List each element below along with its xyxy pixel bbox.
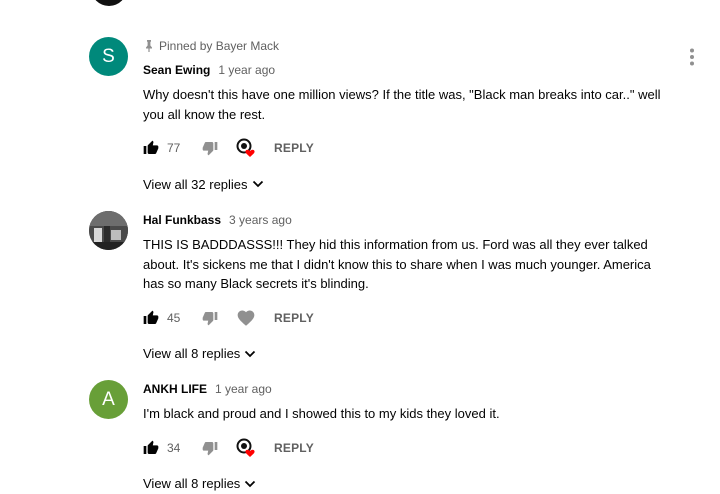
comment-header: ANKH LIFE 1 year ago	[143, 380, 673, 398]
comment-text: I'm black and proud and I showed this to…	[143, 406, 500, 421]
author-name[interactable]: Sean Ewing	[143, 61, 210, 79]
pinned-text: Pinned by Bayer Mack	[159, 39, 280, 53]
comment-actions: 34 REPLY	[143, 436, 673, 460]
avatar[interactable]: S	[89, 37, 128, 76]
avatar[interactable]	[89, 211, 128, 250]
avatar-letter: A	[102, 388, 115, 410]
comment-time[interactable]: 3 years ago	[229, 211, 292, 229]
comment-header: Hal Funkbass 3 years ago	[143, 211, 673, 229]
view-replies-label: View all 8 replies	[143, 476, 241, 491]
reply-button[interactable]: REPLY	[274, 141, 314, 155]
thumbs-down-icon[interactable]	[202, 440, 218, 456]
like-count: 77	[167, 141, 181, 155]
view-replies-button[interactable]: View all 8 replies	[143, 474, 673, 494]
creator-heart-icon[interactable]	[236, 138, 256, 158]
chevron-down-icon	[252, 180, 263, 188]
comment-header: Sean Ewing 1 year ago	[143, 61, 673, 79]
creator-heart-icon[interactable]	[236, 438, 256, 458]
heart-icon[interactable]	[236, 308, 256, 328]
chevron-down-icon	[245, 480, 256, 487]
thumbs-down-icon[interactable]	[202, 310, 218, 326]
view-replies-label: View all 32 replies	[143, 176, 248, 192]
previous-comment-avatar[interactable]	[91, 0, 127, 6]
thumbs-up-icon[interactable]	[143, 310, 159, 326]
author-name[interactable]: Hal Funkbass	[143, 211, 221, 229]
comment-text: Why doesn't this have one million views?…	[143, 87, 661, 122]
comment-body: ANKH LIFE 1 year ago I'm black and proud…	[143, 380, 673, 494]
comment-body: Pinned by Bayer Mack Sean Ewing 1 year a…	[143, 37, 673, 194]
thumbs-up-icon[interactable]	[143, 140, 159, 156]
chevron-down-icon	[245, 350, 256, 357]
comment-text: THIS IS BADDDASSS!!! They hid this infor…	[143, 237, 651, 291]
avatar[interactable]: A	[89, 380, 128, 419]
comment-body: Hal Funkbass 3 years ago THIS IS BADDDAS…	[143, 211, 673, 364]
like-count: 34	[167, 440, 181, 455]
view-replies-button[interactable]: View all 8 replies	[143, 344, 673, 364]
thumbs-up-icon[interactable]	[143, 440, 159, 456]
more-vert-icon[interactable]	[689, 48, 695, 66]
view-replies-label: View all 8 replies	[143, 346, 241, 361]
comment-actions: 45 REPLY	[143, 306, 673, 330]
pinned-label: Pinned by Bayer Mack	[143, 37, 673, 55]
like-count: 45	[167, 310, 181, 325]
comment-time[interactable]: 1 year ago	[218, 61, 275, 79]
pin-icon	[146, 40, 152, 52]
comment-time[interactable]: 1 year ago	[215, 380, 272, 398]
comment-actions: 77 REPLY	[143, 136, 673, 160]
reply-button[interactable]: REPLY	[274, 311, 314, 325]
avatar-letter: S	[102, 45, 115, 67]
author-name[interactable]: ANKH LIFE	[143, 380, 207, 398]
view-replies-button[interactable]: View all 32 replies	[143, 174, 673, 194]
reply-button[interactable]: REPLY	[274, 441, 314, 455]
thumbs-down-icon[interactable]	[202, 140, 218, 156]
